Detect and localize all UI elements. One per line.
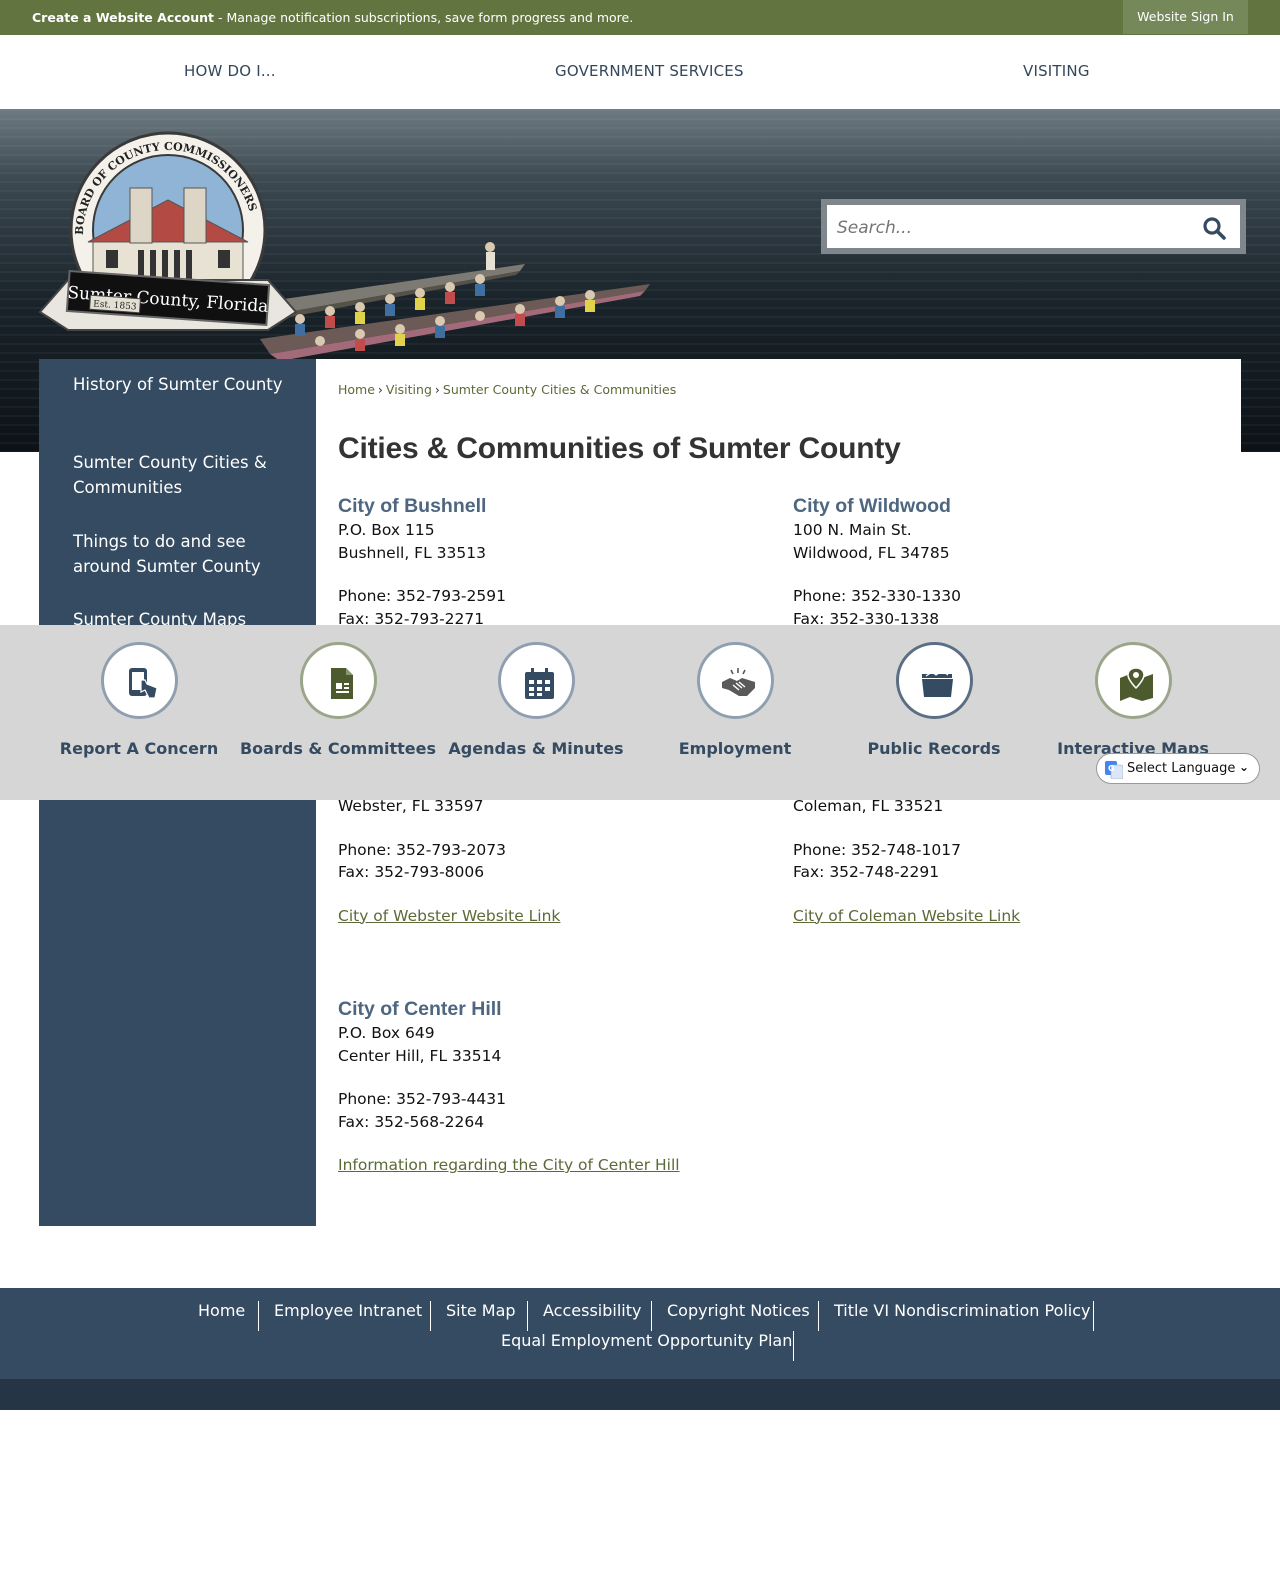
- handshake-icon: [721, 668, 755, 696]
- footer-divider: [258, 1301, 259, 1331]
- sidebar-item-cities[interactable]: Sumter County Cities & Communities: [73, 450, 293, 500]
- city-website-link[interactable]: City of Webster Website Link: [338, 905, 758, 928]
- breadcrumb: Home › Visiting › Sumter County Cities & Com…: [338, 382, 676, 397]
- quicklink-circle[interactable]: [895, 642, 973, 719]
- city-fax: Fax: 352-748-2291: [793, 863, 940, 881]
- chevron-down-icon: ⌄: [1238, 760, 1249, 774]
- quicklink-label: Public Records: [867, 739, 1001, 758]
- footer-link-home[interactable]: Home: [198, 1301, 245, 1320]
- county-seal-logo[interactable]: BOARD OF COUNTY COMMISSIONERS Sumter Cou…: [38, 130, 298, 335]
- city-name: City of Wildwood: [793, 495, 951, 517]
- language-select-label: Select Language: [1127, 761, 1236, 776]
- city-phone: Phone: 352-793-2591: [338, 587, 506, 605]
- city-fax: Fax: 352-793-8006: [338, 863, 485, 881]
- footer-divider: [818, 1301, 819, 1331]
- footer-link-title-vi[interactable]: Title VI Nondiscrimination Policy: [834, 1301, 1091, 1320]
- sidebar-item-history[interactable]: History of Sumter County: [73, 372, 293, 397]
- quicklink-label: Report A Concern: [59, 739, 219, 758]
- search-icon[interactable]: [1202, 216, 1226, 240]
- city-webster: Webster, FL 33597 Phone: 352-793-2073 Fa…: [338, 795, 758, 927]
- quicklink-circle[interactable]: [299, 642, 377, 719]
- footer-link-site-map[interactable]: Site Map: [446, 1301, 516, 1320]
- folder-icon: [921, 670, 953, 697]
- quicklink-public-records[interactable]: Public Records: [834, 642, 1034, 758]
- footer-divider: [430, 1301, 431, 1331]
- footer-link-accessibility[interactable]: Accessibility: [543, 1301, 641, 1320]
- city-phone: Phone: 352-748-1017: [793, 840, 961, 859]
- search-input[interactable]: [837, 214, 1177, 242]
- breadcrumb-separator: ›: [377, 382, 383, 397]
- footer-divider: [1093, 1301, 1094, 1331]
- create-account-link[interactable]: Create a Website Account: [32, 10, 214, 25]
- calendar-icon: [524, 668, 554, 699]
- quicklink-circle[interactable]: [1094, 642, 1172, 719]
- footer-divider: [527, 1301, 528, 1331]
- city-coleman: Coleman, FL 33521 Phone: 352-748-1017 Fa…: [793, 795, 1213, 927]
- city-center-hill: City of Center Hill P.O. Box 649 Center …: [338, 996, 758, 1177]
- quicklink-circle[interactable]: [497, 642, 575, 719]
- document-icon: [330, 668, 353, 699]
- city-address: Wildwood, FL 34785: [793, 543, 950, 562]
- footer-link-employee-intranet[interactable]: Employee Intranet: [274, 1301, 422, 1320]
- city-phone: Phone: 352-793-2073: [338, 840, 506, 859]
- city-address: Center Hill, FL 33514: [338, 1046, 502, 1065]
- nav-visiting[interactable]: VISITING: [1023, 62, 1090, 80]
- create-account-message[interactable]: Create a Website Account - Manage notifi…: [32, 10, 633, 25]
- footer-links: Home Employee Intranet Site Map Accessib…: [0, 1288, 1280, 1379]
- create-account-description: - Manage notification subscriptions, sav…: [214, 10, 634, 25]
- google-translate-icon: G: [1105, 761, 1123, 779]
- city-address: Bushnell, FL 33513: [338, 543, 486, 562]
- map-pin-icon: [1119, 667, 1153, 701]
- city-address: P.O. Box 115: [338, 521, 435, 539]
- svg-text:G: G: [1108, 764, 1115, 773]
- city-bushnell: City of Bushnell P.O. Box 115 Bushnell, …: [338, 493, 758, 630]
- city-name: City of Center Hill: [338, 998, 502, 1020]
- city-phone: Phone: 352-793-4431: [338, 1090, 506, 1108]
- phone-touch-icon: [128, 668, 158, 699]
- breadcrumb-current[interactable]: Sumter County Cities & Communities: [443, 382, 676, 397]
- quicklink-interactive-maps[interactable]: Interactive Maps: [1033, 642, 1233, 758]
- footer-bottom-bar: [0, 1379, 1280, 1410]
- quicklink-agendas[interactable]: Agendas & Minutes: [436, 642, 636, 758]
- page-title: Cities & Communities of Sumter County: [338, 432, 901, 465]
- footer-link-eeo-plan[interactable]: Equal Employment Opportunity Plan: [501, 1331, 792, 1350]
- nav-how-do-i[interactable]: HOW DO I...: [184, 62, 276, 80]
- breadcrumb-home[interactable]: Home: [338, 382, 375, 397]
- footer-link-copyright[interactable]: Copyright Notices: [667, 1301, 810, 1320]
- city-address: P.O. Box 649: [338, 1024, 435, 1042]
- quicklink-boards[interactable]: Boards & Committees: [238, 642, 438, 758]
- quicklink-employment[interactable]: Employment: [635, 642, 835, 758]
- sidebar-item-things-to-do[interactable]: Things to do and see around Sumter Count…: [73, 529, 293, 579]
- footer-divider: [651, 1301, 652, 1331]
- search-box: [821, 199, 1246, 254]
- quick-links-bar: Report A Concern Boards & Committees Age…: [0, 625, 1280, 800]
- footer-divider: [793, 1331, 794, 1361]
- city-phone: Phone: 352-330-1330: [793, 587, 961, 605]
- quicklink-label: Agendas & Minutes: [448, 739, 624, 758]
- sign-in-button[interactable]: Website Sign In: [1123, 0, 1248, 34]
- breadcrumb-separator: ›: [434, 382, 440, 397]
- quicklink-circle[interactable]: [100, 642, 178, 719]
- city-address: 100 N. Main St.: [793, 521, 912, 539]
- city-fax: Fax: 352-568-2264: [338, 1112, 485, 1131]
- quicklink-report-concern[interactable]: Report A Concern: [39, 642, 239, 758]
- quicklink-circle[interactable]: [696, 642, 774, 719]
- nav-government-services[interactable]: GOVERNMENT SERVICES: [555, 62, 744, 80]
- quicklink-label: Boards & Committees: [239, 739, 437, 758]
- quicklink-label: Employment: [678, 739, 792, 758]
- account-bar: Create a Website Account - Manage notifi…: [0, 0, 1280, 35]
- city-website-link[interactable]: City of Coleman Website Link: [793, 905, 1213, 928]
- main-nav: HOW DO I... GOVERNMENT SERVICES VISITING: [0, 35, 1280, 109]
- breadcrumb-visiting[interactable]: Visiting: [386, 382, 432, 397]
- city-info-link[interactable]: Information regarding the City of Center…: [338, 1154, 758, 1177]
- city-wildwood: City of Wildwood 100 N. Main St. Wildwoo…: [793, 493, 1213, 630]
- city-name: City of Bushnell: [338, 495, 487, 517]
- dragon-boats-image: [250, 242, 650, 361]
- language-select[interactable]: G Select Language ⌄: [1096, 753, 1260, 784]
